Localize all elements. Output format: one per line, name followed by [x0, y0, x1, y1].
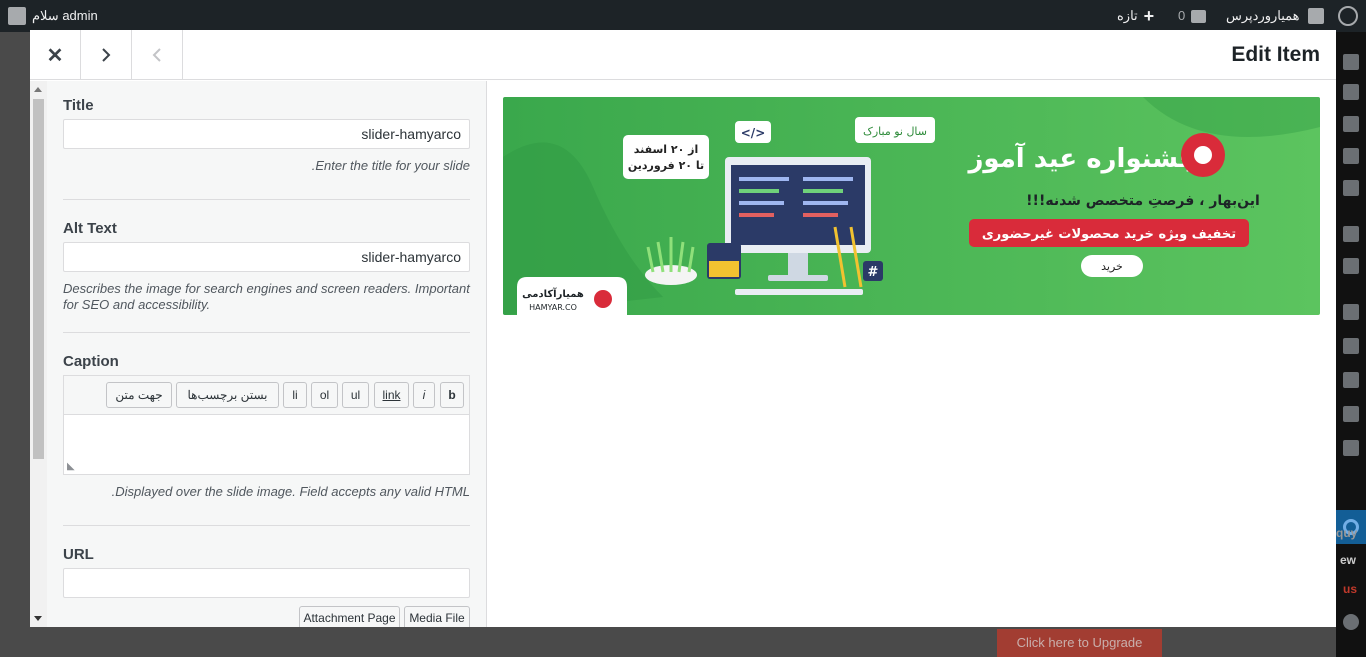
banner-headline: جشنواره عید آموز: [966, 142, 1197, 174]
close-icon: ✕: [46, 44, 64, 67]
site-name: همیاروردپرس: [1226, 8, 1300, 23]
title-help: Enter the title for your slide.: [311, 158, 470, 173]
tools-icon[interactable]: [1343, 406, 1359, 422]
modal-title: Edit Item: [1231, 43, 1320, 66]
italic-button[interactable]: i: [413, 382, 435, 408]
caption-editor: b i link ul ol li بستن برچسب‌ها جهت متن …: [63, 375, 470, 475]
bg-fragment: quy: [1336, 526, 1358, 540]
play-icon[interactable]: [1343, 614, 1359, 630]
text-direction-button[interactable]: جهت متن: [106, 382, 172, 408]
date-start-text: از ۲۰ اسفند: [634, 143, 699, 156]
scroll-down-icon[interactable]: [34, 616, 42, 621]
banner-graphic: # </> از ۲۰ اسفند تا ۲۰ فروردین سال نو م…: [503, 97, 1320, 315]
divider: [63, 199, 470, 200]
comments-menu[interactable]: 0: [1178, 0, 1207, 32]
wordpress-logo[interactable]: [1338, 0, 1358, 32]
wordpress-icon: [1338, 6, 1358, 26]
site-name-menu[interactable]: همیاروردپرس: [1226, 0, 1324, 32]
pin-icon[interactable]: [1343, 84, 1359, 100]
resize-handle-icon[interactable]: ◣: [67, 461, 75, 472]
settings-panel: Title Enter the title for your slide. Al…: [30, 81, 487, 627]
pages-icon[interactable]: [1343, 148, 1359, 164]
li-button[interactable]: li: [283, 382, 307, 408]
scroll-up-icon[interactable]: [34, 87, 42, 92]
feedback-icon[interactable]: [1343, 226, 1359, 242]
brand-name-fa: همیارآکادمی: [522, 287, 584, 300]
comments-icon[interactable]: [1343, 180, 1359, 196]
previous-button[interactable]: [132, 30, 183, 80]
divider: [63, 525, 470, 526]
quicktags-toolbar: b i link ul ol li بستن برچسب‌ها جهت متن: [64, 376, 469, 414]
divider: [63, 332, 470, 333]
appearance-icon[interactable]: [1343, 304, 1359, 320]
caption-label: Caption: [63, 353, 119, 370]
edit-item-modal: ✕ Edit Item Title Enter the title for yo…: [30, 30, 1336, 627]
media-file-button[interactable]: Media File: [404, 606, 470, 627]
modal-header: ✕ Edit Item: [30, 30, 1336, 80]
scrollbar[interactable]: [30, 81, 47, 627]
alt-text-label: Alt Text: [63, 220, 117, 237]
bg-fragment: us: [1343, 582, 1358, 596]
caption-textarea[interactable]: ◣: [64, 414, 469, 474]
title-input[interactable]: [63, 119, 470, 149]
title-label: Title: [63, 97, 94, 114]
caption-help: Displayed over the slide image. Field ac…: [111, 484, 470, 499]
products-icon[interactable]: [1343, 258, 1359, 274]
admin-bar: سلام admin تازه + 0 همیاروردپرس: [0, 0, 1366, 32]
hash-badge-text: #: [868, 265, 879, 280]
comments-count: 0: [1178, 8, 1186, 23]
chevron-right-icon: [102, 48, 111, 62]
user-account[interactable]: سلام admin: [8, 0, 98, 32]
dashboard-icon[interactable]: [1343, 54, 1359, 70]
image-preview-panel: # </> از ۲۰ اسفند تا ۲۰ فروردین سال نو م…: [488, 81, 1336, 627]
close-tags-button[interactable]: بستن برچسب‌ها: [176, 382, 279, 408]
ol-button[interactable]: ol: [311, 382, 338, 408]
home-icon: [1307, 8, 1324, 24]
upgrade-button[interactable]: Click here to Upgrade: [997, 629, 1162, 657]
bold-button[interactable]: b: [440, 382, 464, 408]
attachment-page-button[interactable]: Attachment Page: [299, 606, 400, 627]
alt-text-input[interactable]: [63, 242, 470, 272]
banner-buy-label: خرید: [1101, 260, 1123, 273]
banner-subtitle: این‌بهار ، فرصتِ متخصص شدنه!!!: [1026, 193, 1260, 209]
plugins-icon[interactable]: [1343, 338, 1359, 354]
banner-offer: تخفیف ویژه خرید محصولات غیرحضوری: [982, 227, 1236, 242]
url-input[interactable]: [63, 568, 470, 598]
nowruz-tag-text: سال نو مبارک: [863, 125, 927, 138]
users-icon[interactable]: [1343, 372, 1359, 388]
date-end-text: تا ۲۰ فروردین: [628, 159, 704, 172]
brand-name-en: HAMYAR.CO: [529, 303, 577, 312]
brand-logo-icon: [594, 290, 612, 308]
plus-icon: +: [1143, 6, 1155, 26]
url-label: URL: [63, 546, 94, 563]
new-label: تازه: [1117, 8, 1138, 23]
slide-image: # </> از ۲۰ اسفند تا ۲۰ فروردین سال نو م…: [503, 97, 1320, 315]
next-button[interactable]: [81, 30, 132, 80]
close-button[interactable]: ✕: [30, 30, 81, 80]
media-icon[interactable]: [1343, 116, 1359, 132]
scrollbar-thumb[interactable]: [33, 99, 44, 459]
alt-text-help: Describes the image for search engines a…: [63, 281, 470, 312]
comment-icon: [1191, 9, 1207, 23]
avatar-icon: [8, 7, 26, 25]
new-content-menu[interactable]: تازه +: [1117, 0, 1154, 32]
link-button[interactable]: link: [374, 382, 409, 408]
settings-icon[interactable]: [1343, 440, 1359, 456]
bg-fragment: ew: [1340, 553, 1357, 567]
code-bubble-text: </>: [741, 126, 766, 140]
ul-button[interactable]: ul: [342, 382, 369, 408]
greeting-text: سلام admin: [32, 8, 98, 23]
chevron-left-icon: [152, 48, 161, 62]
